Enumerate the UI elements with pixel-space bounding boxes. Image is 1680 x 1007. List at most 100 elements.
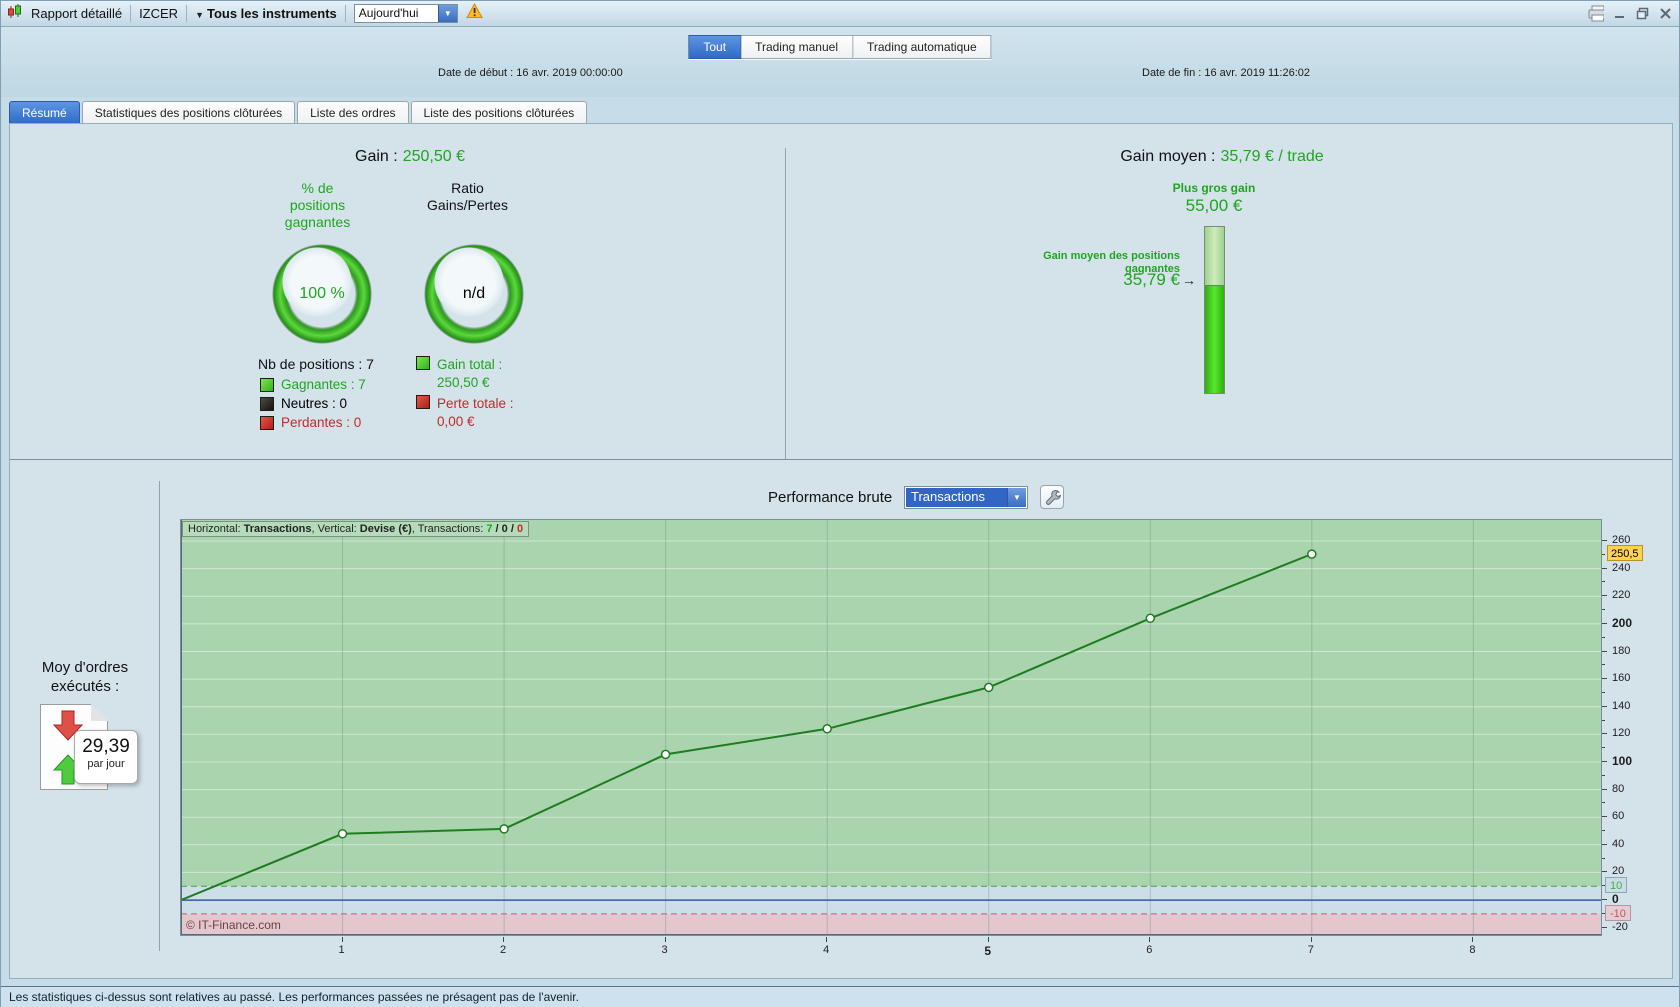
- warning-icon[interactable]: [465, 2, 483, 24]
- wrench-icon: [1045, 489, 1061, 505]
- y-axis-tick: [1602, 636, 1605, 638]
- minimize-button[interactable]: [1611, 6, 1627, 22]
- y-axis-label: 120: [1612, 727, 1631, 740]
- total-gain: Gain total :250,50 €: [416, 356, 514, 392]
- y-axis-label: 220: [1612, 589, 1631, 602]
- arrow-right-icon: →: [1182, 272, 1196, 288]
- performance-chart-svg[interactable]: [180, 520, 1601, 935]
- avg-gain-line: Gain moyen :35,79 € / trade: [1120, 148, 1324, 165]
- y-axis-tick: [1602, 774, 1605, 776]
- green-square-icon: [416, 356, 430, 370]
- separator: [130, 5, 132, 22]
- end-date: Date de fin : 16 avr. 2019 11:26:02: [1142, 67, 1310, 79]
- vertical-divider: [785, 148, 786, 460]
- y-axis-tick: [1602, 705, 1607, 707]
- gain-total-line: Gain :250,50 €: [355, 148, 465, 165]
- y-axis-tick: [1602, 622, 1607, 624]
- performance-chart[interactable]: Horizontal: Transactions, Vertical: Devi…: [180, 519, 1602, 936]
- green-square-icon: [260, 377, 274, 392]
- gain-bar: [1204, 226, 1225, 394]
- data-point[interactable]: [499, 824, 509, 834]
- y-axis-tick: [1602, 678, 1607, 680]
- avg-orders-label: Moy d'ordres exécutés :: [41, 659, 129, 695]
- vertical-divider: [159, 481, 160, 951]
- tab-resume[interactable]: Résumé: [9, 101, 80, 124]
- chevron-down-icon[interactable]: ▼: [1007, 488, 1026, 507]
- x-axis-tick: [1472, 937, 1474, 942]
- header-band: Tout Trading manuel Trading automatique …: [1, 27, 1679, 97]
- winning-percentage-value: 100 %: [299, 285, 345, 302]
- x-axis-tick: [1310, 937, 1312, 942]
- y-axis-tick: [1602, 664, 1605, 666]
- tab-trading-manuel[interactable]: Trading manuel: [741, 35, 853, 59]
- data-point[interactable]: [822, 724, 832, 734]
- report-tabs: Résumé Statistiques des positions clôtur…: [9, 101, 588, 124]
- chevron-down-icon[interactable]: ▼: [437, 5, 457, 22]
- totals: Gain total :250,50 € Perte totale :0,00 …: [416, 356, 514, 434]
- y-axis: 260 250,5 240 220 200 180 160 140 120 100 80 60 40 20…: [1602, 519, 1674, 959]
- x-axis-label: 6: [1146, 944, 1153, 956]
- x-axis-tick: [1149, 937, 1151, 942]
- y-axis-tick: [1602, 788, 1607, 790]
- separator: [186, 5, 188, 22]
- data-point[interactable]: [660, 749, 671, 760]
- positions-legend: Gagnantes : 7 Neutres : 0 Perdantes : 0: [260, 377, 366, 434]
- performance-mode-value: Transactions: [906, 488, 1007, 507]
- period-select[interactable]: Aujourd'hui ▼: [353, 4, 458, 23]
- y-axis-tick: [1602, 843, 1607, 845]
- x-axis-tick: [826, 937, 828, 942]
- summary-panel: Gain :250,50 € % de positions gagnantes …: [9, 123, 1673, 979]
- y-axis-label: 100: [1612, 754, 1633, 768]
- y-axis-tick: [1602, 609, 1605, 610]
- y-axis-tick: [1602, 733, 1607, 735]
- copyright-label: © IT-Finance.com: [186, 918, 281, 932]
- biggest-gain-label: Plus gros gain: [1172, 181, 1256, 195]
- instruments-dropdown[interactable]: ▼ Tous les instruments: [195, 6, 337, 21]
- orders-per-day-value: 29,39: [82, 736, 130, 757]
- data-point[interactable]: [1145, 613, 1156, 624]
- y-axis-label: 200: [1612, 615, 1633, 630]
- gain-bar-upper-segment: [1205, 227, 1224, 286]
- horizontal-divider: [10, 459, 1672, 460]
- y-axis-label: 180: [1612, 644, 1631, 657]
- y-axis-tick: [1602, 761, 1607, 762]
- avg-gain-value: 35,79 € / trade: [1220, 148, 1324, 165]
- y-axis-tick: [1602, 830, 1605, 831]
- y-axis-tick: [1602, 581, 1605, 583]
- x-axis-tick: [987, 937, 989, 942]
- y-axis-tick: [1602, 691, 1605, 693]
- candlestick-icon: [7, 3, 23, 24]
- chevron-down-icon: ▼: [195, 10, 204, 20]
- report-window: Rapport détaillé IZCER ▼ Tous les instrum…: [0, 0, 1680, 1007]
- biggest-gain-value: 55,00 €: [1185, 196, 1243, 215]
- restore-button[interactable]: [1634, 6, 1650, 22]
- status-text: Les statistiques ci-dessus sont relative…: [9, 990, 579, 1004]
- tab-liste-ordres[interactable]: Liste des ordres: [297, 101, 409, 124]
- y-axis-label: 60: [1612, 810, 1625, 823]
- tab-liste-positions[interactable]: Liste des positions clôturées: [410, 101, 588, 124]
- legend-neutral: Neutres : 0: [260, 396, 366, 411]
- close-button[interactable]: [1657, 6, 1673, 22]
- account-button[interactable]: IZCER: [139, 6, 178, 21]
- y-axis-tick: [1602, 802, 1605, 804]
- x-axis-tick: [503, 937, 505, 942]
- y-axis-tick: [1602, 816, 1607, 818]
- y-axis-tick: [1602, 857, 1605, 859]
- data-point[interactable]: [1307, 549, 1317, 559]
- legend-winning: Gagnantes : 7: [260, 377, 366, 392]
- chart-settings-button[interactable]: [1040, 485, 1064, 509]
- window-title: Rapport détaillé: [31, 6, 123, 21]
- separator: [344, 5, 346, 22]
- tab-trading-automatique[interactable]: Trading automatique: [853, 35, 992, 59]
- data-point[interactable]: [983, 682, 994, 693]
- tab-tout[interactable]: Tout: [688, 35, 742, 59]
- data-point[interactable]: [337, 829, 348, 839]
- performance-title: Performance brute: [768, 489, 893, 506]
- y-axis-label: 40: [1612, 837, 1625, 850]
- window-controls: [1588, 5, 1673, 22]
- print-button[interactable]: [1588, 5, 1604, 22]
- orders-per-day-box: 29,39 par jour: [74, 730, 138, 784]
- tab-stats-positions[interactable]: Statistiques des positions clôturées: [81, 101, 296, 124]
- status-bar: Les statistiques ci-dessus sont relative…: [1, 986, 1679, 1007]
- performance-mode-select[interactable]: Transactions ▼: [904, 486, 1028, 509]
